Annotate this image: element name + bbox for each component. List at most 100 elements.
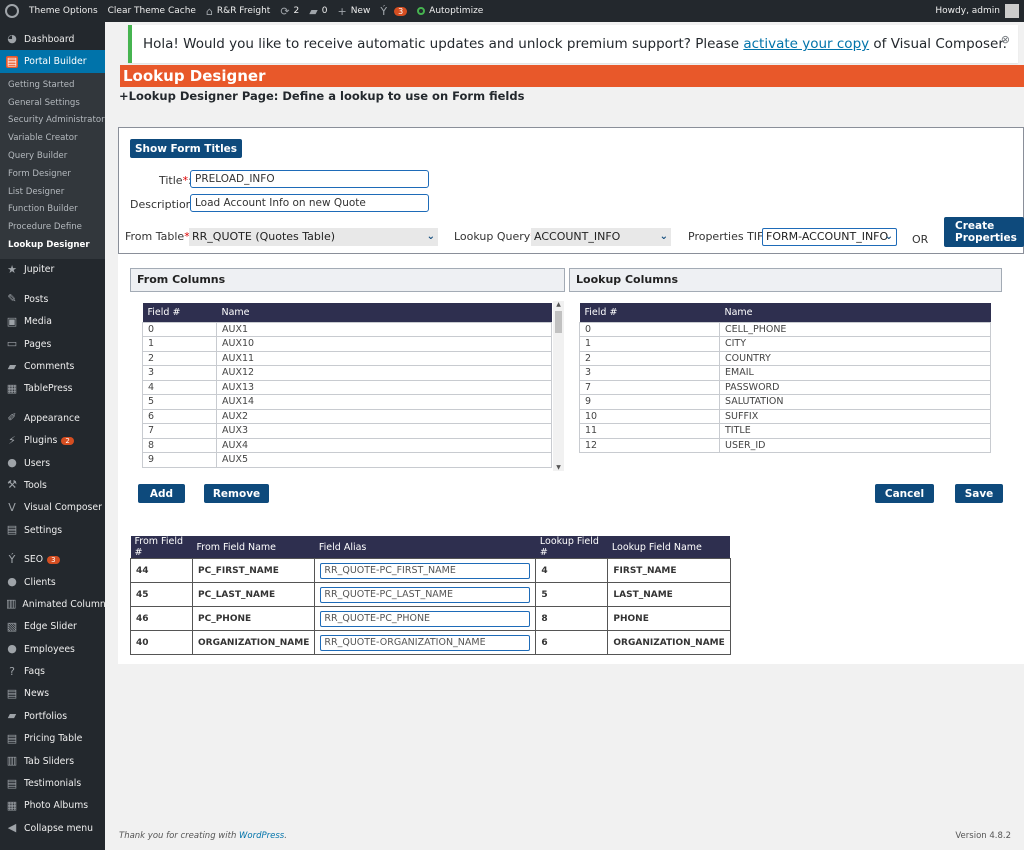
scroll-thumb[interactable] (555, 311, 562, 333)
table-row[interactable]: 12 USER_ID (579, 437, 991, 453)
table-row[interactable]: 0 CELL_PHONE (579, 321, 991, 337)
activate-link[interactable]: activate your copy (743, 36, 869, 52)
from-columns-scrollbar[interactable]: ▲ ▼ (553, 301, 564, 471)
autoptimize-menu[interactable]: Autoptimize (412, 0, 488, 22)
sidebar-item-testimonials[interactable]: ▤ Testimonials (0, 772, 105, 794)
table-row[interactable]: 2 AUX11 (142, 350, 552, 366)
sidebar-item-seo[interactable]: Ý SEO 3 (0, 548, 105, 570)
submenu-item-function-builder[interactable]: Function Builder (0, 201, 105, 219)
sidebar-item-photo-albums[interactable]: ▦ Photo Albums (0, 795, 105, 817)
comments-link[interactable]: ▰ 0 (304, 0, 332, 22)
dismiss-icon[interactable]: ⊗ (1001, 25, 1010, 55)
sidebar-item-tools[interactable]: ⚒ Tools (0, 474, 105, 496)
table-row[interactable]: 3 EMAIL (579, 365, 991, 381)
from-field-name-cell: PC_PHONE (191, 606, 316, 631)
sidebar-item-edge-slider[interactable]: ▧ Edge Slider (0, 616, 105, 638)
create-properties-button[interactable]: Create Properties (944, 217, 1024, 247)
table-row[interactable]: 0 AUX1 (142, 321, 552, 337)
scroll-up-icon[interactable]: ▲ (553, 301, 564, 308)
submenu-item-variable-creator[interactable]: Variable Creator (0, 130, 105, 148)
sidebar-item-clients[interactable]: ● Clients (0, 571, 105, 593)
table-row[interactable]: 2 COUNTRY (579, 350, 991, 366)
title-input[interactable]: PRELOAD_INFO (190, 170, 429, 188)
submenu-item-getting-started[interactable]: Getting Started (0, 77, 105, 95)
sidebar-item-collapse-menu[interactable]: ◀ Collapse menu (0, 817, 105, 839)
sidebar-item-posts[interactable]: ✎ Posts (0, 288, 105, 310)
sidebar-item-users[interactable]: ● Users (0, 452, 105, 474)
table-row[interactable]: 11 TITLE (579, 423, 991, 439)
theme-options-link[interactable]: Theme Options (24, 0, 103, 22)
table-row[interactable]: 3 AUX12 (142, 365, 552, 381)
main-content: Hola! Would you like to receive automati… (105, 22, 1024, 850)
sidebar-item-portal-builder[interactable]: ▤ Portal Builder (0, 50, 105, 73)
sidebar-item-pages[interactable]: ▭ Pages (0, 333, 105, 355)
sidebar-item-settings[interactable]: ▤ Settings (0, 519, 105, 541)
submenu-item-form-designer[interactable]: Form Designer (0, 166, 105, 184)
table-row[interactable]: 1 AUX10 (142, 336, 552, 352)
table-row[interactable]: 5 AUX14 (142, 394, 552, 410)
clear-theme-cache-link[interactable]: Clear Theme Cache (103, 0, 201, 22)
description-input[interactable]: Load Account Info on new Quote (190, 194, 429, 212)
footer-version: Version 4.8.2 (955, 831, 1011, 841)
scroll-down-icon[interactable]: ▼ (553, 464, 564, 471)
account-menu[interactable]: Howdy, admin (930, 0, 1024, 22)
submenu-item-lookup-designer[interactable]: Lookup Designer (0, 237, 105, 255)
sidebar-item-label: TablePress (24, 383, 73, 395)
sidebar-item-plugins[interactable]: ⚡ Plugins 2 (0, 429, 105, 451)
sidebar-item-news[interactable]: ▤ News (0, 683, 105, 705)
table-row[interactable]: 6 AUX2 (142, 408, 552, 424)
table-row[interactable]: 7 AUX3 (142, 423, 552, 439)
properties-tif-select[interactable]: FORM-ACCOUNT_INFO ⌄ (762, 228, 897, 246)
table-row[interactable]: 7 PASSWORD (579, 379, 991, 395)
notice-text: Hola! Would you like to receive automati… (143, 36, 744, 52)
table-row[interactable]: 44 PC_FIRST_NAME RR_QUOTE-PC_FIRST_NAME 4 FI… (130, 558, 731, 583)
submenu-item-procedure-define[interactable]: Procedure Define (0, 219, 105, 237)
field-alias-input[interactable]: RR_QUOTE-PC_LAST_NAME (320, 586, 531, 603)
add-button[interactable]: Add (138, 484, 185, 503)
sidebar-item-faqs[interactable]: ? Faqs (0, 660, 105, 682)
wordpress-logo-menu[interactable] (0, 0, 24, 22)
table-row[interactable]: 8 AUX4 (142, 437, 552, 453)
table-row[interactable]: 46 PC_PHONE RR_QUOTE-PC_PHONE 8 PHONE (130, 606, 731, 631)
sidebar-item-appearance[interactable]: ✐ Appearance (0, 407, 105, 429)
table-row[interactable]: 9 AUX5 (142, 452, 552, 468)
sidebar-item-visual-composer[interactable]: V Visual Composer (0, 497, 105, 519)
seo-icon: Ý (8, 552, 16, 566)
new-content-link[interactable]: + New (332, 0, 375, 22)
table-row[interactable]: 45 PC_LAST_NAME RR_QUOTE-PC_LAST_NAME 5 LAST… (130, 582, 731, 607)
show-form-titles-button[interactable]: Show Form Titles (130, 139, 242, 158)
seo-menu[interactable]: Ý3 (375, 0, 412, 22)
field-alias-input[interactable]: RR_QUOTE-PC_PHONE (320, 610, 531, 627)
submenu-item-list-designer[interactable]: List Designer (0, 184, 105, 202)
sidebar-item-comments[interactable]: ▰ Comments (0, 355, 105, 377)
wordpress-link[interactable]: WordPress (239, 831, 284, 841)
submenu-item-security-administrator[interactable]: Security Administrator (0, 112, 105, 130)
sidebar-item-tab-sliders[interactable]: ▥ Tab Sliders (0, 750, 105, 772)
sidebar-item-jupiter[interactable]: ★ Jupiter (0, 259, 105, 281)
sidebar-item-media[interactable]: ▣ Media (0, 311, 105, 333)
table-row[interactable]: 1 CITY (579, 336, 991, 352)
table-row[interactable]: 10 SUFFIX (579, 408, 991, 424)
sidebar-item-pricing-table[interactable]: ▤ Pricing Table (0, 728, 105, 750)
field-number-cell: 8 (142, 437, 217, 453)
updates-link[interactable]: ⟳ 2 (275, 0, 304, 22)
field-alias-input[interactable]: RR_QUOTE-ORGANIZATION_NAME (320, 634, 531, 651)
sidebar-item-animated-columns[interactable]: ▥ Animated Columns (0, 593, 111, 615)
sidebar-item-portfolios[interactable]: ▰ Portfolios (0, 705, 105, 727)
remove-button[interactable]: Remove (204, 484, 269, 503)
sidebar-item-tablepress[interactable]: ▦ TablePress (0, 378, 105, 400)
lookup-query-select[interactable]: ACCOUNT_INFO ⌄ (531, 228, 671, 246)
faq-icon: ? (9, 664, 15, 678)
submenu-item-general-settings[interactable]: General Settings (0, 95, 105, 113)
sidebar-item-dashboard[interactable]: ◕ Dashboard (0, 28, 105, 50)
table-row[interactable]: 9 SALUTATION (579, 394, 991, 410)
table-row[interactable]: 4 AUX13 (142, 379, 552, 395)
cancel-button[interactable]: Cancel (875, 484, 934, 503)
from-table-select[interactable]: RR_QUOTE (Quotes Table) ⌄ (189, 228, 438, 246)
table-row[interactable]: 40 ORGANIZATION_NAME RR_QUOTE-ORGANIZATION… (130, 630, 731, 655)
site-name-link[interactable]: ⌂ R&R Freight (201, 0, 275, 22)
field-alias-input[interactable]: RR_QUOTE-PC_FIRST_NAME (320, 562, 531, 579)
save-button[interactable]: Save (955, 484, 1003, 503)
submenu-item-query-builder[interactable]: Query Builder (0, 148, 105, 166)
sidebar-item-employees[interactable]: ● Employees (0, 638, 105, 660)
